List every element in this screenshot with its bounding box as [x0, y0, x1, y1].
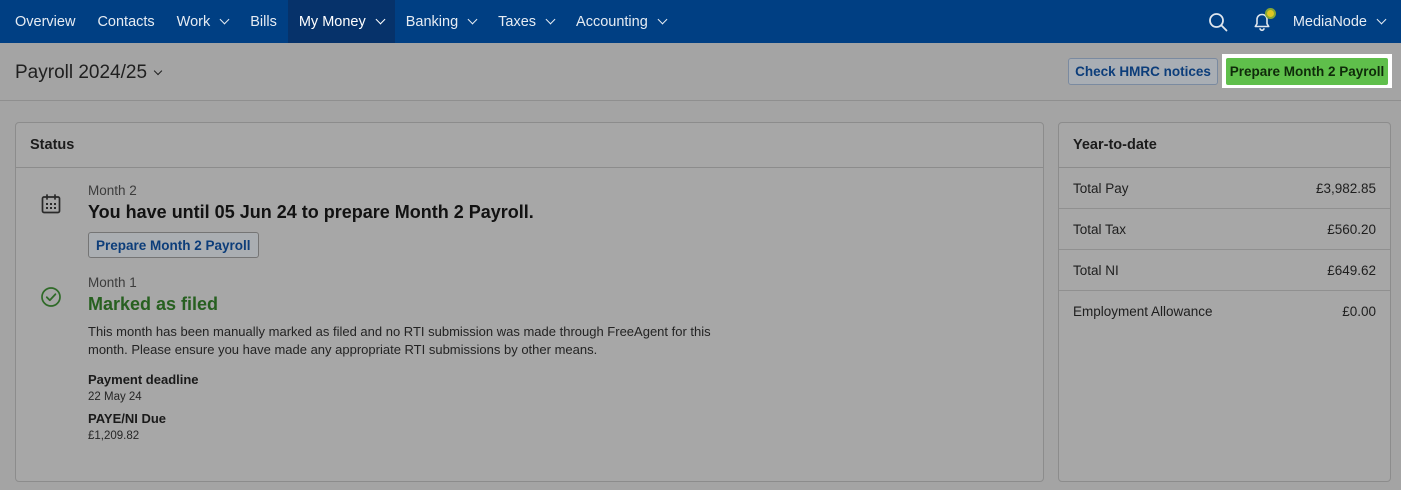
bell-icon[interactable]: [1251, 7, 1276, 33]
user-name: MediaNode: [1292, 13, 1367, 30]
ytd-value: £560.20: [1327, 221, 1376, 237]
nav-right: MediaNode: [1207, 0, 1401, 43]
nav-banking[interactable]: Banking: [395, 0, 487, 43]
nav-label: Banking: [405, 13, 459, 30]
month-1-description: This month has been manually marked as f…: [88, 324, 711, 357]
month-2-heading: You have until 05 Jun 24 to prepare Mont…: [88, 202, 534, 222]
chevron-down-icon: [467, 14, 478, 25]
ytd-row-total-ni: Total NI £649.62: [1059, 250, 1390, 291]
nav-label: My Money: [298, 13, 366, 30]
nav-bills[interactable]: Bills: [239, 0, 288, 43]
nav-label: Overview: [15, 13, 76, 30]
year-to-date-card: Year-to-date Total Pay £3,982.85 Total T…: [1058, 122, 1391, 482]
user-menu[interactable]: MediaNode: [1293, 14, 1401, 30]
month-1-kicker: Month 1: [88, 275, 137, 290]
page-title-text: Payroll 2024/25: [15, 62, 148, 83]
ytd-value: £0.00: [1342, 304, 1376, 319]
ytd-row-total-tax: Total Tax £560.20: [1059, 209, 1390, 250]
nav-overview[interactable]: Overview: [0, 0, 86, 43]
ytd-label: Total Pay: [1073, 180, 1129, 196]
nav-my-money[interactable]: My Money: [287, 0, 395, 43]
nav-taxes[interactable]: Taxes: [487, 0, 565, 43]
nav-label: Bills: [250, 13, 277, 30]
paye-ni-due-label: PAYE/NI Due: [88, 411, 167, 426]
chevron-down-icon: [219, 14, 230, 25]
ytd-row-total-pay: Total Pay £3,982.85: [1059, 168, 1390, 209]
page-title[interactable]: Payroll 2024/25: [15, 62, 163, 84]
nav-accounting[interactable]: Accounting: [565, 0, 677, 43]
nav-label: Accounting: [576, 13, 648, 30]
paye-ni-due-value: £1,209.82: [88, 430, 140, 442]
prepare-month-2-button[interactable]: Prepare Month 2 Payroll: [88, 232, 259, 258]
chevron-down-icon: [545, 14, 556, 25]
status-card-title: Status: [16, 123, 1043, 168]
notification-dot: [1264, 7, 1276, 19]
nav-contacts[interactable]: Contacts: [86, 0, 165, 43]
month-1-heading: Marked as filed: [88, 294, 219, 314]
chevron-down-icon: [375, 14, 386, 25]
chevron-down-icon: [657, 14, 668, 25]
nav-work[interactable]: Work: [166, 0, 240, 43]
ytd-label: Employment Allowance: [1073, 304, 1213, 319]
chevron-down-icon: [153, 66, 163, 76]
month-2-body: Month 2 You have until 05 Jun 24 to prep…: [88, 183, 1023, 258]
nav-label: Contacts: [97, 13, 155, 30]
ytd-value: £649.62: [1327, 262, 1376, 278]
ytd-row-employment-allowance: Employment Allowance £0.00: [1059, 291, 1390, 332]
calendar-icon: [40, 193, 62, 220]
check-hmrc-notices-button[interactable]: Check HMRC notices: [1068, 58, 1218, 85]
month-2-kicker: Month 2: [88, 183, 137, 198]
chevron-down-icon: [1376, 14, 1387, 25]
search-icon[interactable]: [1207, 11, 1229, 33]
prepare-payroll-button[interactable]: Prepare Month 2 Payroll: [1226, 58, 1388, 85]
top-nav: Overview Contacts Work Bills My Money Ba…: [0, 0, 1401, 43]
month-1-body: Month 1 Marked as filed This month has b…: [88, 275, 1023, 442]
ytd-label: Total NI: [1073, 262, 1119, 278]
payment-deadline-value: 22 May 24: [88, 391, 142, 403]
status-card: Status Month 2 You have until 05 Jun 24 …: [15, 122, 1044, 482]
page-header: Payroll 2024/25 Check HMRC notices: [0, 43, 1401, 101]
nav-label: Work: [176, 13, 211, 30]
ytd-label: Total Tax: [1073, 221, 1127, 237]
nav-label: Taxes: [498, 13, 537, 30]
check-circle-icon: [40, 286, 62, 313]
ytd-card-title: Year-to-date: [1059, 123, 1390, 168]
ytd-value: £3,982.85: [1315, 180, 1376, 196]
payment-deadline-label: Payment deadline: [88, 372, 199, 387]
